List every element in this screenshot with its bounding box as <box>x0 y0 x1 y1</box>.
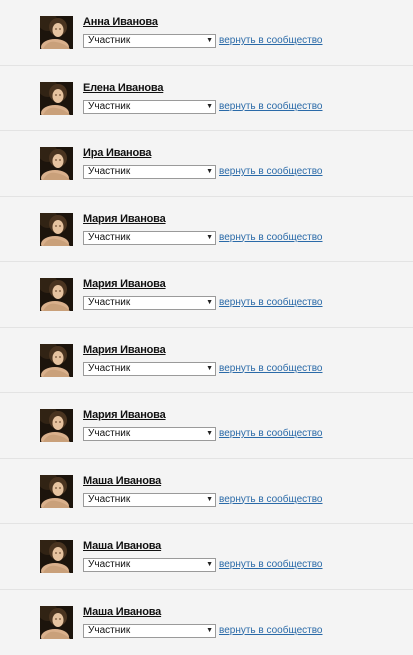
role-select-value: Участник <box>88 100 131 112</box>
member-name[interactable]: Маша Иванова <box>83 475 161 488</box>
chevron-down-icon: ▼ <box>206 626 213 634</box>
member-name[interactable]: Маша Иванова <box>83 540 161 553</box>
avatar[interactable] <box>40 343 73 377</box>
role-select[interactable]: Участник ▼ <box>83 427 216 441</box>
portrait-image <box>40 212 73 246</box>
avatar[interactable] <box>40 540 73 573</box>
restore-to-community-link[interactable]: вернуть в сообщество <box>219 428 323 440</box>
role-select[interactable]: Участник ▼ <box>83 492 216 507</box>
portrait-image <box>40 409 73 442</box>
role-select-value: Участник <box>88 166 131 177</box>
chevron-down-icon: ▼ <box>206 168 213 175</box>
role-select[interactable]: Участник ▼ <box>83 558 216 572</box>
member-name[interactable]: Мария Иванова <box>83 344 166 357</box>
role-select[interactable]: Участник ▼ <box>83 361 216 376</box>
avatar[interactable] <box>40 212 73 246</box>
avatar[interactable] <box>40 16 73 49</box>
role-select[interactable]: Участник ▼ <box>83 623 216 638</box>
portrait-image <box>40 540 73 573</box>
member-row: Ира Иванова Участник ▼ вернуть в сообщес… <box>0 131 413 197</box>
restore-to-community-link[interactable]: вернуть в сообщество <box>219 35 323 47</box>
role-select-value: Участник <box>88 624 131 636</box>
members-list: Анна Иванова Участник ▼ вернуть в сообще… <box>0 0 413 655</box>
role-select[interactable]: Участник ▼ <box>83 34 216 48</box>
chevron-down-icon: ▼ <box>206 102 213 110</box>
role-select-value: Участник <box>88 428 131 439</box>
avatar[interactable] <box>40 147 73 180</box>
role-select[interactable]: Участник ▼ <box>83 296 216 310</box>
restore-to-community-link[interactable]: вернуть в сообщество <box>219 625 323 637</box>
chevron-down-icon: ▼ <box>206 233 213 241</box>
portrait-image <box>40 147 73 180</box>
portrait-image <box>40 81 73 115</box>
member-name[interactable]: Мария Иванова <box>83 278 166 291</box>
avatar[interactable] <box>40 474 73 508</box>
portrait-image <box>40 474 73 508</box>
member-row: Маша Иванова Участник ▼ вернуть в сообще… <box>0 459 413 524</box>
role-select-value: Участник <box>88 362 131 374</box>
chevron-down-icon: ▼ <box>206 364 213 372</box>
chevron-down-icon: ▼ <box>206 495 213 503</box>
avatar[interactable] <box>40 81 73 115</box>
role-select[interactable]: Участник ▼ <box>83 99 216 114</box>
member-row: Мария Иванова Участник ▼ вернуть в сообщ… <box>0 328 413 393</box>
role-select[interactable]: Участник ▼ <box>83 165 216 179</box>
role-select-value: Участник <box>88 231 131 243</box>
chevron-down-icon: ▼ <box>206 37 213 44</box>
portrait-image <box>40 16 73 49</box>
restore-to-community-link[interactable]: вернуть в сообщество <box>219 363 323 375</box>
member-name[interactable]: Маша Иванова <box>83 606 161 619</box>
member-row: Анна Иванова Участник ▼ вернуть в сообще… <box>0 0 413 66</box>
avatar[interactable] <box>40 409 73 442</box>
member-name[interactable]: Елена Иванова <box>83 82 163 95</box>
chevron-down-icon: ▼ <box>206 430 213 437</box>
restore-to-community-link[interactable]: вернуть в сообщество <box>219 494 323 506</box>
member-name[interactable]: Анна Иванова <box>83 16 158 29</box>
member-name[interactable]: Ира Иванова <box>83 147 152 160</box>
member-row: Маша Иванова Участник ▼ вернуть в сообще… <box>0 524 413 590</box>
member-row: Мария Иванова Участник ▼ вернуть в сообщ… <box>0 262 413 328</box>
restore-to-community-link[interactable]: вернуть в сообщество <box>219 297 323 309</box>
restore-to-community-link[interactable]: вернуть в сообщество <box>219 166 323 178</box>
role-select-value: Участник <box>88 493 131 505</box>
role-select-value: Участник <box>88 297 131 308</box>
restore-to-community-link[interactable]: вернуть в сообщество <box>219 559 323 571</box>
role-select-value: Участник <box>88 35 131 46</box>
portrait-image <box>40 278 73 311</box>
restore-to-community-link[interactable]: вернуть в сообщество <box>219 101 323 113</box>
member-row: Маша Иванова Участник ▼ вернуть в сообще… <box>0 590 413 655</box>
member-row: Елена Иванова Участник ▼ вернуть в сообщ… <box>0 66 413 131</box>
portrait-image <box>40 343 73 377</box>
avatar[interactable] <box>40 605 73 639</box>
role-select[interactable]: Участник ▼ <box>83 230 216 245</box>
member-row: Мария Иванова Участник ▼ вернуть в сообщ… <box>0 197 413 262</box>
chevron-down-icon: ▼ <box>206 561 213 568</box>
chevron-down-icon: ▼ <box>206 299 213 306</box>
avatar[interactable] <box>40 278 73 311</box>
restore-to-community-link[interactable]: вернуть в сообщество <box>219 232 323 244</box>
member-row: Мария Иванова Участник ▼ вернуть в сообщ… <box>0 393 413 459</box>
member-name[interactable]: Мария Иванова <box>83 409 166 422</box>
portrait-image <box>40 605 73 639</box>
role-select-value: Участник <box>88 559 131 570</box>
member-name[interactable]: Мария Иванова <box>83 213 166 226</box>
